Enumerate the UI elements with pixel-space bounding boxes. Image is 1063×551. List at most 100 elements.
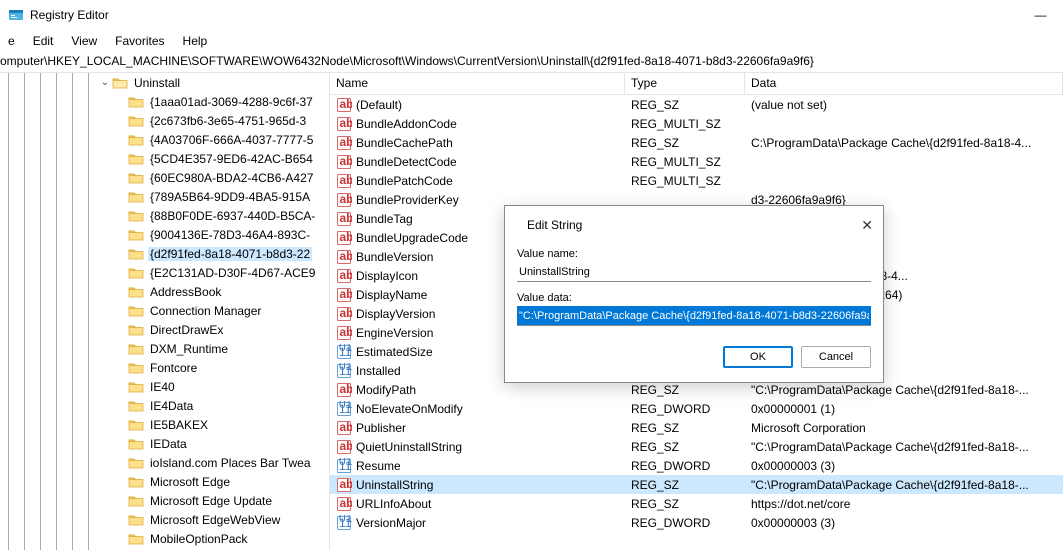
address-bar[interactable]: omputer\HKEY_LOCAL_MACHINE\SOFTWARE\WOW6… [0,52,1063,73]
svg-text:110: 110 [339,402,352,416]
tree-node[interactable]: {1aaa01ad-3069-4288-9c6f-37 [0,92,317,111]
value-name: BundleCachePath [356,136,625,150]
list-row[interactable]: abBundleDetectCodeREG_MULTI_SZ [330,152,1063,171]
value-type: REG_DWORD [625,402,745,416]
tree-node[interactable]: {9004136E-78D3-46A4-893C- [0,225,317,244]
tree-node[interactable]: Microsoft EdgeWebView [0,510,317,529]
svg-text:ab: ab [340,249,353,263]
tree-node[interactable]: DXM_Runtime [0,339,317,358]
tree-node[interactable]: {789A5B64-9DD9-4BA5-915A [0,187,317,206]
list-row[interactable]: ab(Default)REG_SZ(value not set) [330,95,1063,114]
tree-node-uninstall[interactable]: ⌄Uninstall [0,73,317,92]
tree-node[interactable]: {d2f91fed-8a18-4071-b8d3-22 [0,244,317,263]
string-value-icon: ab [336,249,352,265]
value-data: "C:\ProgramData\Package Cache\{d2f91fed-… [745,440,1063,454]
svg-text:ab: ab [340,268,353,282]
tree-node[interactable]: Microsoft Edge [0,472,317,491]
list-header: Name Type Data [330,73,1063,95]
menu-edit[interactable]: Edit [25,32,62,50]
tree-label: {9004136E-78D3-46A4-893C- [148,228,312,242]
list-row[interactable]: abURLInfoAboutREG_SZhttps://dot.net/core [330,494,1063,513]
tree-node[interactable]: MobileOptionPack [0,529,317,548]
tree-node[interactable]: {60EC980A-BDA2-4CB6-A427 [0,168,317,187]
tree-pane[interactable]: ⌄Uninstall{1aaa01ad-3069-4288-9c6f-37{2c… [0,73,330,550]
svg-text:110: 110 [339,364,352,378]
tree-node[interactable]: Connection Manager [0,301,317,320]
list-row[interactable]: abUninstallStringREG_SZ"C:\ProgramData\P… [330,475,1063,494]
svg-text:ab: ab [340,116,353,130]
tree-node[interactable]: ioIsland.com Places Bar Twea [0,453,317,472]
tree-node[interactable]: {4A03706F-666A-4037-7777-5 [0,130,317,149]
window-controls: — [1018,0,1063,30]
menu-favorites[interactable]: Favorites [107,32,172,50]
value-name: Resume [356,459,625,473]
string-value-icon: ab [336,211,352,227]
tree-node[interactable]: IE40 [0,377,317,396]
list-row[interactable]: abBundleCachePathREG_SZC:\ProgramData\Pa… [330,133,1063,152]
string-value-icon: ab [336,135,352,151]
value-name: NoElevateOnModify [356,402,625,416]
tree-node[interactable]: {2c673fb6-3e65-4751-965d-3 [0,111,317,130]
column-name[interactable]: Name [330,73,625,94]
tree-node[interactable]: {5CD4E357-9ED6-42AC-B654 [0,149,317,168]
string-value-icon: ab [336,192,352,208]
value-data: Microsoft Corporation [745,421,1063,435]
value-data: 0x00000003 (3) [745,516,1063,530]
list-row[interactable]: abBundleAddonCodeREG_MULTI_SZ [330,114,1063,133]
value-name-label: Value name: [517,248,871,260]
minimize-button[interactable]: — [1018,0,1063,30]
tree-node[interactable]: {E2C131AD-D30F-4D67-ACE9 [0,263,317,282]
svg-text:ab: ab [340,97,353,111]
tree-label: DirectDrawEx [148,323,225,337]
svg-text:ab: ab [340,439,353,453]
window-title: Registry Editor [30,8,109,22]
tree-node[interactable]: AddressBook [0,282,317,301]
tree-label: {4A03706F-666A-4037-7777-5 [148,133,315,147]
svg-text:ab: ab [340,192,353,206]
cancel-button[interactable]: Cancel [801,346,871,368]
value-name-input[interactable] [517,262,871,282]
tree-node[interactable]: Microsoft Edge Update [0,491,317,510]
folder-icon [128,114,144,128]
value-name: BundlePatchCode [356,174,625,188]
value-type: REG_MULTI_SZ [625,174,745,188]
list-row[interactable]: 011110ResumeREG_DWORD0x00000003 (3) [330,456,1063,475]
column-data[interactable]: Data [745,73,1063,94]
string-value-icon: ab [336,439,352,455]
folder-icon [128,323,144,337]
menu-view[interactable]: View [63,32,105,50]
tree-node[interactable]: Fontcore [0,358,317,377]
folder-icon [128,228,144,242]
tree-node[interactable]: MPlayer2 [0,548,317,550]
value-name: URLInfoAbout [356,497,625,511]
list-row[interactable]: 011110NoElevateOnModifyREG_DWORD0x000000… [330,399,1063,418]
dialog-titlebar[interactable]: Edit String ✕ [505,206,883,244]
svg-text:ab: ab [340,420,353,434]
list-row[interactable]: abPublisherREG_SZMicrosoft Corporation [330,418,1063,437]
close-icon[interactable]: ✕ [861,217,873,234]
tree-node[interactable]: DirectDrawEx [0,320,317,339]
tree-node[interactable]: IEData [0,434,317,453]
string-value-icon: ab [336,325,352,341]
chevron-down-icon[interactable]: ⌄ [98,77,112,88]
tree-node[interactable]: IE5BAKEX [0,415,317,434]
ok-button[interactable]: OK [723,346,793,368]
list-row[interactable]: 011110VersionMajorREG_DWORD0x00000003 (3… [330,513,1063,532]
menu-help[interactable]: Help [175,32,216,50]
column-type[interactable]: Type [625,73,745,94]
string-value-icon: ab [336,477,352,493]
list-row[interactable]: abBundlePatchCodeREG_MULTI_SZ [330,171,1063,190]
tree-node[interactable]: {88B0F0DE-6937-440D-B5CA- [0,206,317,225]
value-data-input[interactable] [517,306,871,326]
menu-file[interactable]: e [0,32,23,50]
tree-node[interactable]: IE4Data [0,396,317,415]
value-data: "C:\ProgramData\Package Cache\{d2f91fed-… [745,478,1063,492]
svg-text:ab: ab [340,230,353,244]
list-row[interactable]: abQuietUninstallStringREG_SZ"C:\ProgramD… [330,437,1063,456]
folder-icon [128,475,144,489]
folder-icon [128,437,144,451]
string-value-icon: ab [336,306,352,322]
title-bar: Registry Editor — [0,0,1063,30]
tree-label: Microsoft Edge Update [148,494,274,508]
value-data: "C:\ProgramData\Package Cache\{d2f91fed-… [745,383,1063,397]
